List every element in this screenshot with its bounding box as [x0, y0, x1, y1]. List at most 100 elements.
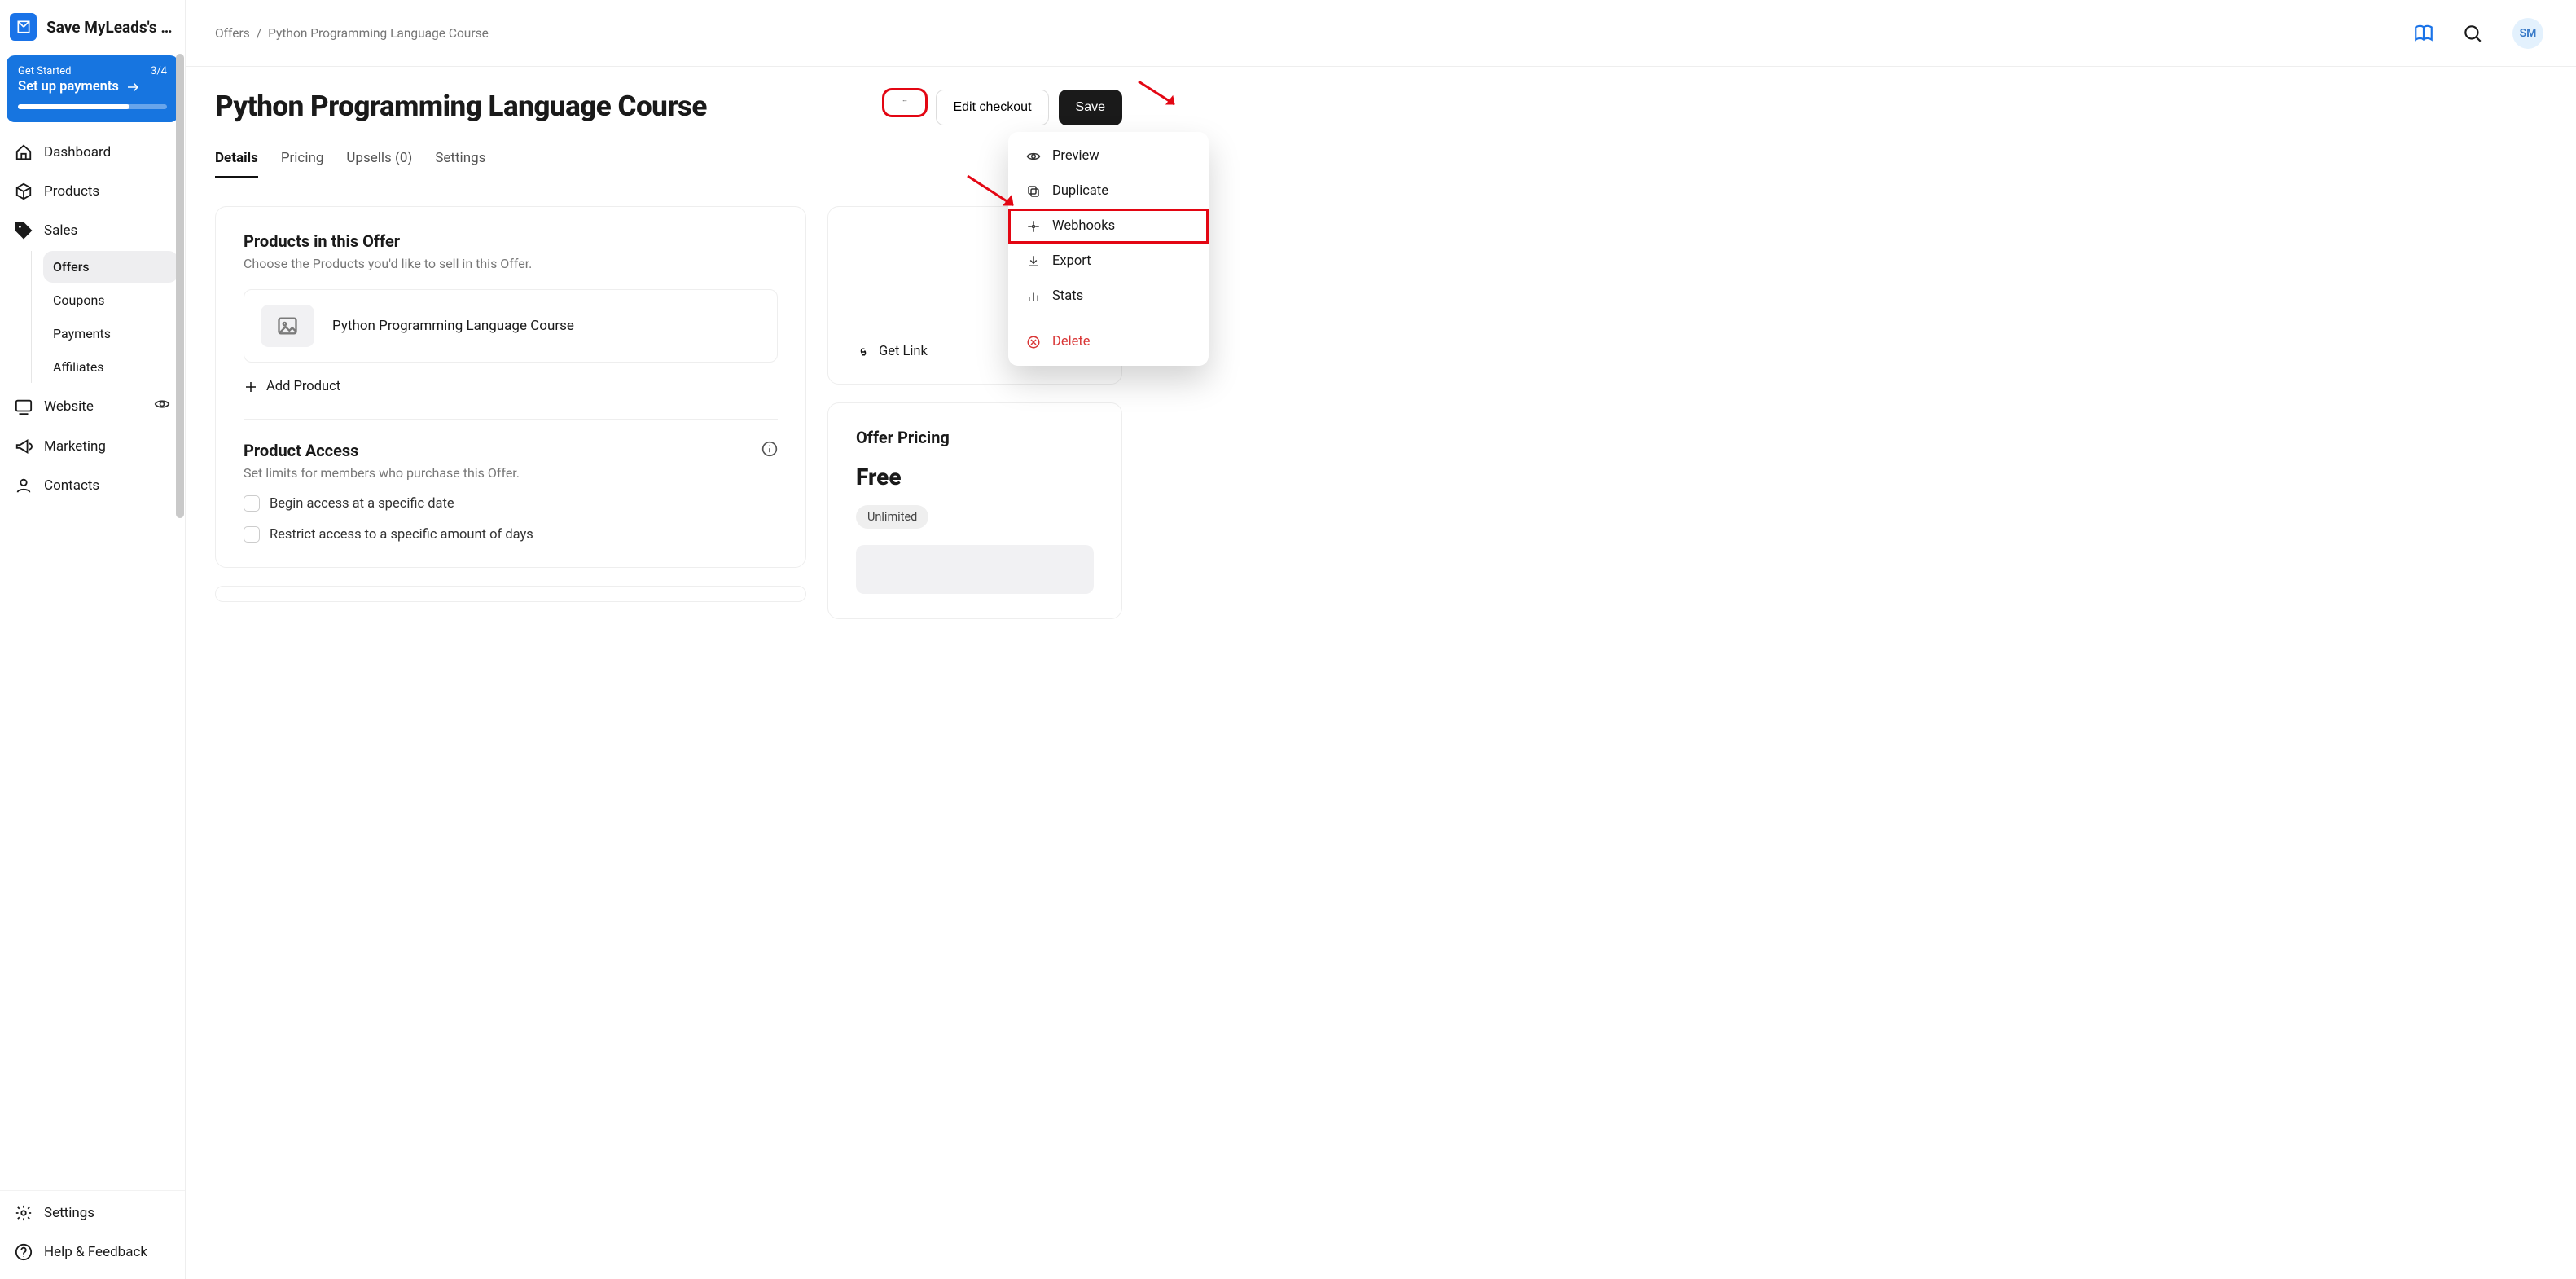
sidebar-item-label: Dashboard [44, 144, 170, 160]
section-title: Products in this Offer [244, 231, 778, 251]
info-icon[interactable] [761, 441, 778, 461]
webhooks-icon [1026, 219, 1041, 234]
page-title: Python Programming Language Course [215, 90, 874, 123]
user-icon [15, 477, 33, 494]
menu-item-stats[interactable]: Stats [1008, 279, 1209, 314]
menu-item-delete[interactable]: Delete [1008, 324, 1209, 359]
next-card-peek [215, 586, 806, 602]
unlimited-badge: Unlimited [856, 505, 928, 529]
ellipsis-icon [896, 100, 914, 105]
sidebar-item-offers[interactable]: Offers [43, 251, 178, 283]
begin-access-checkbox-row[interactable]: Begin access at a specific date [244, 495, 778, 512]
get-started-progress: 3/4 [151, 65, 167, 77]
more-actions-button[interactable] [884, 90, 926, 116]
sidebar-item-settings[interactable]: Settings [7, 1194, 178, 1232]
restrict-days-checkbox-row[interactable]: Restrict access to a specific amount of … [244, 526, 778, 543]
home-icon [15, 143, 33, 161]
product-name: Python Programming Language Course [332, 318, 574, 334]
eye-icon [1026, 149, 1041, 164]
sidebar-item-label: Website [44, 398, 143, 415]
help-icon [15, 1243, 33, 1261]
sidebar-item-contacts[interactable]: Contacts [7, 467, 178, 504]
topbar: Offers / Python Programming Language Cou… [186, 0, 2576, 67]
get-started-card[interactable]: Get Started 3/4 Set up payments [7, 55, 178, 122]
plus-icon [244, 380, 258, 394]
breadcrumb: Offers / Python Programming Language Cou… [215, 26, 489, 41]
add-product-button[interactable]: Add Product [244, 379, 778, 394]
monitor-icon [15, 398, 33, 415]
get-link-label: Get Link [879, 344, 928, 359]
sidebar-item-label: Settings [44, 1205, 170, 1221]
workspace-name[interactable]: Save MyLeads's F… [46, 18, 175, 37]
menu-item-label: Export [1052, 253, 1091, 269]
sidebar-item-label: Marketing [44, 438, 170, 455]
sidebar-item-label: Contacts [44, 477, 170, 494]
section-title: Offer Pricing [856, 428, 1094, 447]
menu-item-label: Stats [1052, 288, 1083, 304]
delete-icon [1026, 335, 1041, 349]
avatar[interactable]: SM [2512, 18, 2543, 49]
sidebar-item-products[interactable]: Products [7, 173, 178, 210]
tab-details[interactable]: Details [215, 142, 258, 178]
sidebar-item-label: Products [44, 183, 170, 200]
main: Offers / Python Programming Language Cou… [186, 0, 2576, 1279]
breadcrumb-current: Python Programming Language Course [268, 26, 489, 41]
get-started-action: Set up payments [18, 79, 119, 94]
bar-chart-icon [1026, 289, 1041, 304]
menu-item-label: Duplicate [1052, 183, 1108, 199]
gear-icon [15, 1204, 33, 1222]
sidebar-item-sales[interactable]: Sales [7, 212, 178, 249]
sidebar: Save MyLeads's F… Get Started 3/4 Set up… [0, 0, 186, 1279]
sidebar-item-affiliates[interactable]: Affiliates [43, 351, 178, 383]
menu-item-webhooks[interactable]: Webhooks [1008, 209, 1209, 244]
sidebar-header: Save MyLeads's F… [0, 0, 185, 54]
download-icon [1026, 254, 1041, 269]
arrow-right-icon [125, 80, 140, 94]
sidebar-item-help[interactable]: Help & Feedback [7, 1233, 178, 1271]
image-placeholder-icon [261, 305, 314, 347]
tab-pricing[interactable]: Pricing [281, 142, 324, 178]
breadcrumb-root[interactable]: Offers [215, 26, 250, 41]
menu-item-label: Delete [1052, 334, 1091, 349]
add-product-label: Add Product [266, 379, 340, 394]
menu-item-export[interactable]: Export [1008, 244, 1209, 279]
megaphone-icon [15, 437, 33, 455]
search-icon[interactable] [2462, 23, 2483, 44]
sidebar-item-label: Help & Feedback [44, 1244, 170, 1260]
menu-item-label: Preview [1052, 148, 1099, 164]
menu-item-preview[interactable]: Preview [1008, 138, 1209, 174]
menu-item-label: Webhooks [1052, 218, 1115, 234]
copy-icon [1026, 184, 1041, 199]
tag-icon [15, 222, 33, 240]
checkbox[interactable] [244, 495, 260, 512]
menu-item-duplicate[interactable]: Duplicate [1008, 174, 1209, 209]
pricing-card: Offer Pricing Free Unlimited [827, 402, 1122, 619]
sidebar-item-website[interactable]: Website [7, 386, 178, 426]
sidebar-item-dashboard[interactable]: Dashboard [7, 134, 178, 171]
edit-checkout-button[interactable]: Edit checkout [936, 90, 1048, 125]
checkbox-label: Begin access at a specific date [270, 496, 454, 512]
get-started-label: Get Started [18, 65, 71, 77]
sidebar-item-marketing[interactable]: Marketing [7, 428, 178, 465]
checkbox-label: Restrict access to a specific amount of … [270, 527, 533, 543]
eye-icon[interactable] [154, 396, 170, 416]
brand-logo[interactable] [10, 13, 37, 41]
sidebar-item-payments[interactable]: Payments [43, 318, 178, 349]
sidebar-scrollbar[interactable] [175, 54, 185, 1190]
sidebar-item-label: Sales [44, 222, 170, 239]
pricing-preview [856, 545, 1094, 594]
tab-upsells[interactable]: Upsells (0) [346, 142, 412, 178]
product-row[interactable]: Python Programming Language Course [244, 289, 778, 363]
pricing-amount: Free [856, 464, 1094, 490]
products-card: Products in this Offer Choose the Produc… [215, 206, 806, 568]
checkbox[interactable] [244, 526, 260, 543]
link-icon [856, 345, 871, 359]
tab-settings[interactable]: Settings [435, 142, 485, 178]
save-button[interactable]: Save [1059, 90, 1122, 125]
section-subtitle: Choose the Products you'd like to sell i… [244, 256, 778, 271]
sidebar-item-coupons[interactable]: Coupons [43, 284, 178, 316]
more-actions-menu: Preview Duplicate Webhooks Export Stats [1008, 132, 1209, 366]
book-icon[interactable] [2413, 23, 2434, 44]
progress-bar [18, 104, 167, 109]
tabs: Details Pricing Upsells (0) Settings [215, 142, 1122, 178]
